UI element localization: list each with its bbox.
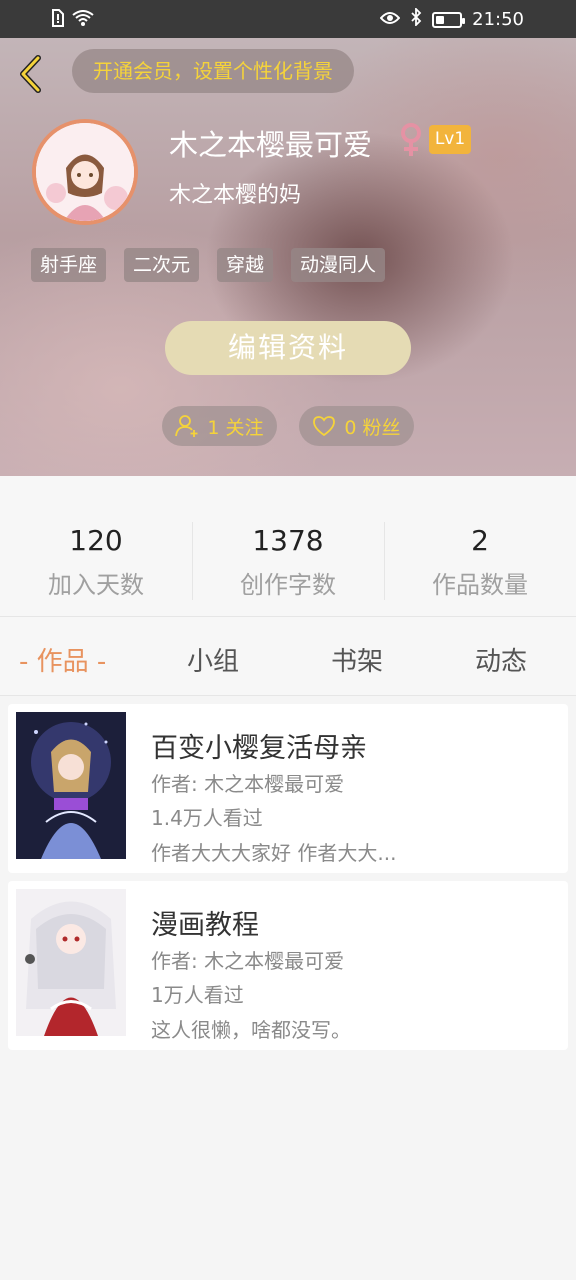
stats-panel: 120 加入天数 1378 创作字数 2 作品数量: [0, 476, 576, 617]
fans-button[interactable]: 0 粉丝: [299, 406, 414, 446]
stat-value: 1378: [252, 524, 324, 557]
work-author: 作者: 木之本樱最可爱: [151, 949, 345, 973]
work-views: 1万人看过: [151, 983, 244, 1007]
stat-label: 作品数量: [432, 571, 528, 599]
work-description: 这人很懒，啥都没写。: [151, 1018, 351, 1042]
work-card[interactable]: 百变小樱复活母亲 作者: 木之本樱最可爱 1.4万人看过 作者大大大家好 作者大…: [8, 704, 568, 873]
battery-icon: [432, 11, 466, 28]
book-cover: [16, 889, 126, 1036]
following-button[interactable]: 1 关注: [162, 406, 277, 446]
tab-bookshelf[interactable]: 书架: [331, 641, 383, 678]
avatar-image: [36, 123, 134, 221]
stat-value: 2: [471, 524, 489, 557]
fans-count: 0 粉丝: [344, 416, 401, 439]
work-views: 1.4万人看过: [151, 806, 263, 830]
stat-label: 加入天数: [48, 571, 144, 599]
nickname: 木之本樱最可爱: [169, 128, 373, 162]
female-icon: [401, 123, 421, 156]
profile-header: 开通会员，设置个性化背景 木之本樱最可爱 Lv1 木之本樱的妈 射手座 二次元 …: [0, 38, 576, 476]
stat-value: 120: [69, 524, 123, 557]
following-count: 1 关注: [207, 416, 264, 439]
tag: 射手座: [31, 248, 107, 282]
tag: 穿越: [217, 248, 274, 282]
eye-icon: [379, 9, 401, 30]
heart-icon: [313, 416, 336, 437]
stat-label: 创作字数: [240, 571, 336, 599]
status-bar: 21:50: [0, 0, 576, 38]
tab-activity[interactable]: 动态: [475, 641, 527, 678]
tab-works[interactable]: - 作品 -: [19, 641, 106, 678]
work-description: 作者大大大家好 作者大大...: [151, 841, 397, 865]
profile-tabs: - 作品 - 小组 书架 动态: [0, 617, 576, 696]
stat-join-days: 120 加入天数: [0, 524, 192, 600]
add-user-icon: [175, 415, 198, 437]
chevron-left-icon: [20, 55, 41, 93]
tab-groups[interactable]: 小组: [187, 641, 239, 678]
bluetooth-icon: [410, 6, 422, 31]
book-cover: [16, 712, 126, 859]
sim-alert-icon: [50, 9, 64, 32]
work-title: 百变小樱复活母亲: [151, 733, 367, 764]
vip-background-prompt[interactable]: 开通会员，设置个性化背景: [72, 49, 354, 93]
clock: 21:50: [472, 9, 524, 30]
work-card[interactable]: 漫画教程 作者: 木之本樱最可爱 1万人看过 这人很懒，啥都没写。: [8, 881, 568, 1050]
tag: 二次元: [124, 248, 200, 282]
work-author: 作者: 木之本樱最可爱: [151, 772, 345, 796]
tag-list: 射手座 二次元 穿越 动漫同人: [31, 248, 386, 282]
edit-profile-button[interactable]: 编辑资料: [165, 321, 411, 375]
wifi-icon: [72, 10, 94, 31]
work-title: 漫画教程: [151, 910, 259, 941]
tag: 动漫同人: [291, 248, 386, 282]
stat-word-count: 1378 创作字数: [192, 524, 384, 600]
battery-fill: [436, 15, 445, 24]
back-button[interactable]: [14, 54, 46, 94]
stat-works-count: 2 作品数量: [384, 524, 576, 600]
user-subtitle: 木之本樱的妈: [169, 183, 302, 208]
avatar[interactable]: [32, 119, 138, 225]
level-badge: Lv1: [429, 125, 471, 154]
